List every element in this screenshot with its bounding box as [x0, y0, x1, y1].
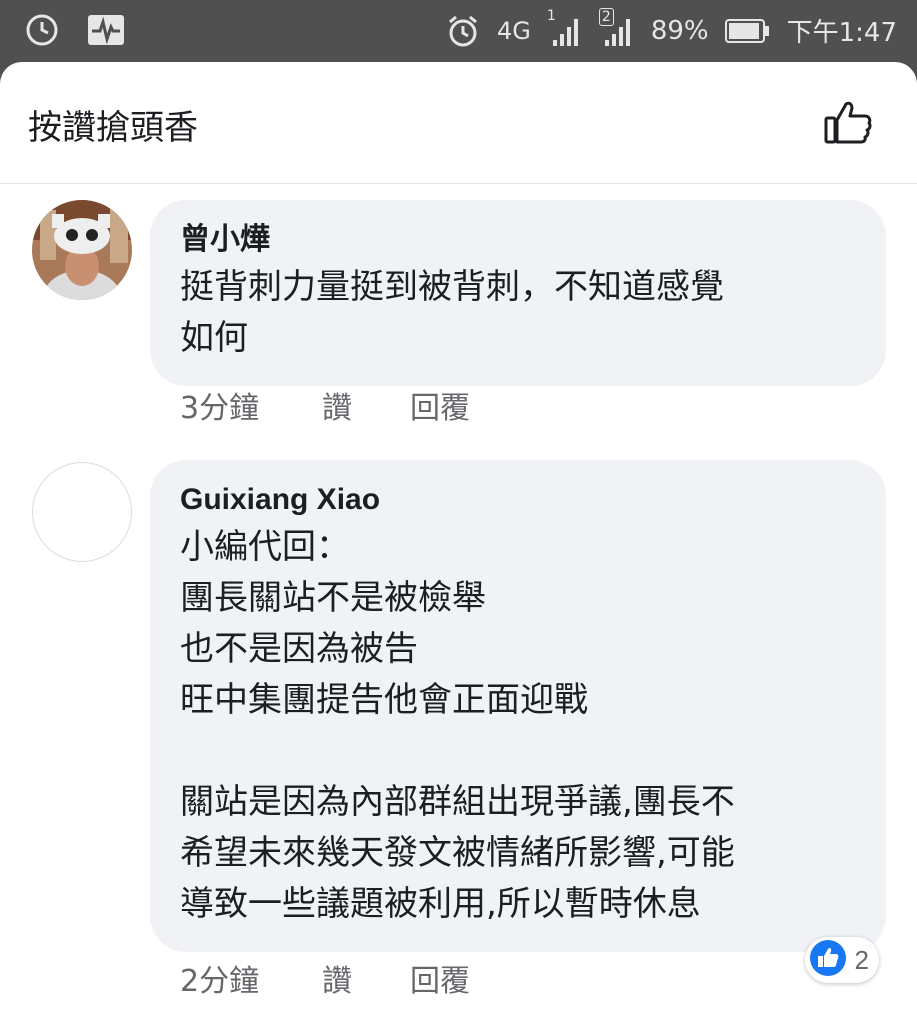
sheet-title: 按讚搶頭香 — [28, 108, 198, 148]
avatar[interactable] — [32, 200, 132, 300]
battery-percent: 89% — [650, 15, 709, 46]
reply-button[interactable]: 回覆 — [410, 383, 470, 427]
like-button[interactable]: 讚 — [322, 383, 410, 427]
like-button[interactable]: 讚 — [322, 956, 410, 1000]
sim2-label: 2 — [598, 7, 614, 26]
status-bar: 4G 1 2 89% 下午1:47 — [0, 0, 917, 62]
status-time: 下午1:47 — [786, 18, 897, 48]
reaction-summary[interactable]: 2 — [804, 937, 879, 983]
reply-button[interactable]: 回覆 — [410, 956, 470, 1000]
signal-sim2-icon: 2 — [598, 7, 635, 48]
like-reaction-icon — [809, 939, 847, 981]
comment-time: 2分鐘 — [180, 964, 260, 999]
comment-bubble: Guixiang Xiao 小編代回： 團長關站不是被檢舉 也不是因為被告 旺中… — [150, 460, 886, 952]
comment-text: 挺背刺力量挺到被背刺，不知道感覺 如何 — [180, 267, 724, 358]
signal-sim1-icon: 1 — [547, 8, 583, 48]
comment-author[interactable]: 曾小燁 — [180, 218, 856, 262]
alarm-icon — [445, 13, 481, 49]
sheet-header: 按讚搶頭香 — [0, 62, 917, 184]
clock-icon — [24, 12, 60, 48]
reaction-count: 2 — [854, 944, 869, 975]
comment-actions: 2分鐘 讚 回覆 — [180, 956, 470, 1000]
reactions-sheet: 按讚搶頭香 曾小燁 挺背刺力量挺到被背刺，不知道感覺 如何 3分鐘 讚 回覆 G… — [0, 62, 917, 1024]
network-type: 4G — [496, 16, 531, 45]
thumbs-up-outline-icon[interactable] — [823, 96, 875, 148]
activity-monitor-icon — [86, 13, 126, 47]
comment-actions: 3分鐘 讚 回覆 — [180, 383, 470, 427]
battery-icon — [724, 18, 771, 44]
comment-time: 3分鐘 — [180, 391, 260, 426]
comment-text: 小編代回： 團長關站不是被檢舉 也不是因為被告 旺中集團提告他會正面迎戰 關站是… — [180, 527, 735, 924]
sim1-label: 1 — [546, 7, 556, 24]
comment-bubble: 曾小燁 挺背刺力量挺到被背刺，不知道感覺 如何 — [150, 200, 886, 386]
comment-author[interactable]: Guixiang Xiao — [180, 478, 856, 522]
avatar[interactable] — [32, 462, 132, 562]
